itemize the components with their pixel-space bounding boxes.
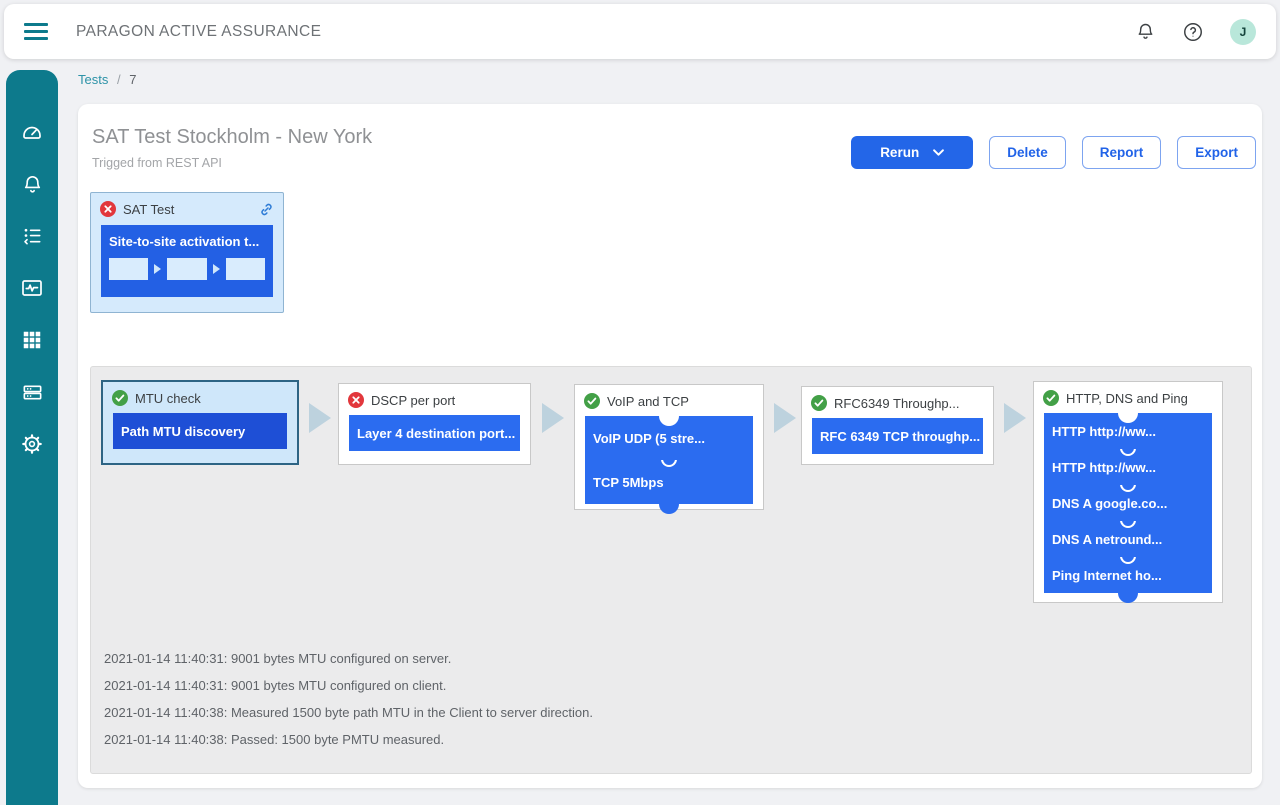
test-block[interactable]: Path MTU discovery	[113, 413, 287, 449]
flow-arrow-icon	[774, 403, 796, 433]
mini-block	[109, 258, 148, 280]
check-circle-icon	[584, 393, 600, 409]
sat-test-card[interactable]: SAT Test Site-to-site activation t...	[90, 192, 284, 313]
test-log: 2021-01-14 11:40:31: 9001 bytes MTU conf…	[104, 645, 593, 753]
flow-arrow-icon	[1004, 403, 1026, 433]
breadcrumb-current: 7	[129, 72, 136, 87]
sidebar-item-dashboard-gauge-icon[interactable]	[20, 120, 44, 144]
action-buttons: Rerun Delete Report Export	[851, 136, 1256, 169]
sidebar-item-apps-grid-icon[interactable]	[20, 328, 44, 352]
check-circle-icon	[811, 395, 827, 411]
mini-flow	[109, 258, 265, 280]
test-block-label: Ping Internet ho...	[1052, 568, 1162, 583]
test-detail-card: SAT Test Stockholm - New York Trigged fr…	[78, 104, 1262, 788]
puzzle-cup-icon	[1120, 557, 1136, 564]
test-block-label: Layer 4 destination port...	[357, 426, 515, 441]
mini-block	[167, 258, 206, 280]
breadcrumb-tests-link[interactable]: Tests	[78, 72, 108, 87]
test-block-label: HTTP http://ww...	[1052, 460, 1156, 475]
test-block-label: DNS A google.co...	[1052, 496, 1167, 511]
sidebar-nav	[6, 70, 58, 805]
x-circle-icon	[100, 201, 116, 217]
step-card[interactable]: DSCP per port Layer 4 destination port...	[338, 383, 531, 465]
puzzle-cup-icon	[661, 460, 677, 467]
test-block[interactable]: RFC 6349 TCP throughp...	[812, 418, 983, 454]
puzzle-bump-icon	[1118, 593, 1138, 603]
test-steps-panel: MTU check Path MTU discovery DSCP per port…	[90, 366, 1252, 774]
step-header: HTTP, DNS and Ping	[1034, 382, 1222, 413]
report-button[interactable]: Report	[1082, 136, 1162, 169]
breadcrumb: Tests / 7	[78, 72, 136, 87]
notifications-bell-icon[interactable]	[1134, 21, 1156, 43]
step-header: DSCP per port	[339, 384, 530, 415]
step-title: HTTP, DNS and Ping	[1066, 391, 1188, 406]
sidebar-item-settings-gear-icon[interactable]	[20, 432, 44, 456]
puzzle-cup-icon	[1120, 449, 1136, 456]
step-card[interactable]: VoIP and TCP VoIP UDP (5 stre... TCP 5Mbps	[574, 384, 764, 510]
log-line: 2021-01-14 11:40:31: 9001 bytes MTU conf…	[104, 672, 593, 699]
user-avatar[interactable]: J	[1230, 19, 1256, 45]
chevron-down-icon	[933, 149, 944, 156]
help-icon[interactable]	[1182, 21, 1204, 43]
page-subtitle: Trigged from REST API	[92, 156, 222, 170]
puzzle-bump-icon	[659, 504, 679, 514]
app-title: PARAGON ACTIVE ASSURANCE	[76, 23, 321, 41]
log-line: 2021-01-14 11:40:31: 9001 bytes MTU conf…	[104, 645, 593, 672]
sidebar-item-monitoring-icon[interactable]	[20, 276, 44, 300]
test-block-label: VoIP UDP (5 stre...	[593, 431, 705, 446]
step-card[interactable]: HTTP, DNS and Ping HTTP http://ww... HTTP …	[1033, 381, 1223, 603]
step-card[interactable]: MTU check Path MTU discovery	[101, 380, 299, 465]
step-header: RFC6349 Throughp...	[802, 387, 993, 418]
test-block[interactable]: Ping Internet ho...	[1044, 557, 1212, 593]
test-block-label: RFC 6349 TCP throughp...	[820, 429, 980, 444]
puzzle-cup-icon	[1120, 521, 1136, 528]
test-block-label: Path MTU discovery	[121, 424, 245, 439]
test-block-label: TCP 5Mbps	[593, 475, 664, 490]
step-title: MTU check	[135, 391, 201, 406]
test-block-label: DNS A netround...	[1052, 532, 1162, 547]
test-block[interactable]: DNS A netround...	[1044, 521, 1212, 557]
step-header: MTU check	[103, 382, 297, 413]
check-circle-icon	[1043, 390, 1059, 406]
step-title: VoIP and TCP	[607, 394, 689, 409]
mini-block	[226, 258, 265, 280]
test-block[interactable]: DNS A google.co...	[1044, 485, 1212, 521]
sidebar-item-alarms-bell-icon[interactable]	[20, 172, 44, 196]
x-circle-icon	[348, 392, 364, 408]
sat-test-block[interactable]: Site-to-site activation t...	[101, 225, 273, 297]
log-line: 2021-01-14 11:40:38: Passed: 1500 byte P…	[104, 726, 593, 753]
step-title: RFC6349 Throughp...	[834, 396, 960, 411]
export-button[interactable]: Export	[1177, 136, 1256, 169]
step-card[interactable]: RFC6349 Throughp... RFC 6349 TCP throughp…	[801, 386, 994, 465]
sat-test-block-label: Site-to-site activation t...	[109, 234, 265, 249]
mini-arrow-icon	[213, 264, 220, 274]
step-header: VoIP and TCP	[575, 385, 763, 416]
flow-arrow-icon	[309, 403, 331, 433]
sidebar-item-tests-list-icon[interactable]	[20, 224, 44, 248]
check-circle-icon	[112, 390, 128, 406]
flow-arrow-icon	[542, 403, 564, 433]
hamburger-menu-icon[interactable]	[24, 23, 48, 40]
step-title: DSCP per port	[371, 393, 455, 408]
test-block-label: HTTP http://ww...	[1052, 424, 1156, 439]
test-block[interactable]: TCP 5Mbps	[585, 460, 753, 504]
test-block[interactable]: Layer 4 destination port...	[349, 415, 520, 451]
rerun-button[interactable]: Rerun	[851, 136, 973, 169]
sat-test-title: SAT Test	[123, 202, 174, 217]
delete-button[interactable]: Delete	[989, 136, 1066, 169]
link-icon[interactable]	[259, 202, 274, 217]
log-line: 2021-01-14 11:40:38: Measured 1500 byte …	[104, 699, 593, 726]
sidebar-item-agents-servers-icon[interactable]	[20, 380, 44, 404]
rerun-button-label: Rerun	[880, 145, 919, 160]
test-block[interactable]: HTTP http://ww...	[1044, 449, 1212, 485]
sat-test-header: SAT Test	[91, 193, 283, 221]
breadcrumb-separator: /	[117, 72, 121, 87]
puzzle-cup-icon	[1120, 485, 1136, 492]
top-bar: PARAGON ACTIVE ASSURANCE J	[4, 4, 1276, 59]
mini-arrow-icon	[154, 264, 161, 274]
page-title: SAT Test Stockholm - New York	[92, 126, 372, 149]
